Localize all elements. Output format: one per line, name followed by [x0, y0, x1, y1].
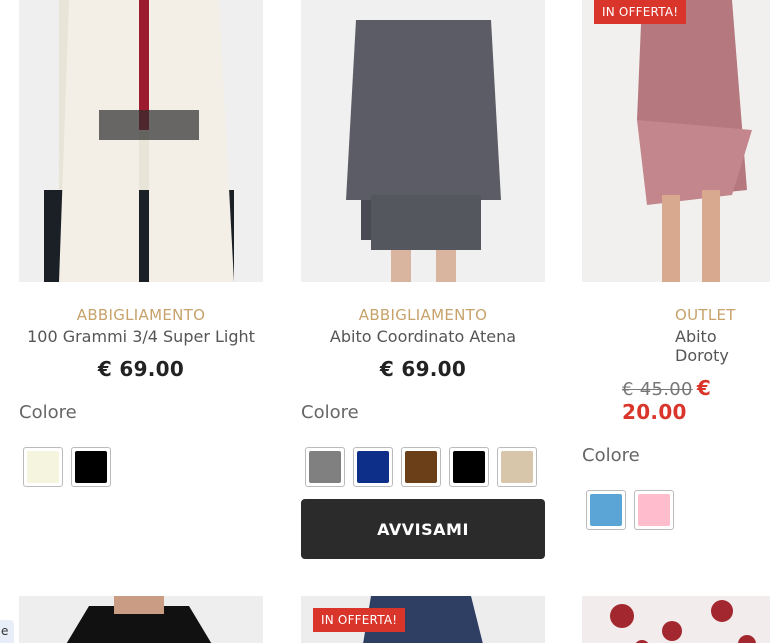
product-category[interactable]: OUTLET [582, 306, 770, 324]
color-swatch[interactable] [634, 490, 674, 530]
product-grid: ABBIGLIAMENTO 100 Grammi 3/4 Super Light… [0, 0, 770, 643]
product-card: IN OFFERTA! OUTLET Abito Doroty € 45.00 €… [582, 0, 770, 530]
color-swatches [19, 447, 263, 487]
product-card: ABBIGLIAMENTO 100 Grammi 3/4 Super Light… [19, 0, 263, 487]
product-price: € 69.00 [97, 357, 185, 381]
product-image[interactable] [301, 0, 545, 282]
product-image[interactable] [582, 596, 770, 643]
sale-badge: IN OFFERTA! [594, 0, 687, 24]
product-title[interactable]: Abito Coordinato Atena [301, 327, 545, 346]
product-card: ABBIGLIAMENTO Abito Coordinato Atena € 6… [301, 0, 545, 559]
color-swatch[interactable] [401, 447, 441, 487]
color-label: Colore [582, 445, 640, 466]
color-swatch[interactable] [497, 447, 537, 487]
color-label: Colore [301, 402, 359, 423]
old-price: € 45.00 [622, 379, 693, 400]
color-swatch[interactable] [305, 447, 345, 487]
product-image[interactable]: IN OFFERTA! [301, 596, 545, 643]
product-price: € 69.00 [379, 357, 467, 381]
color-swatch[interactable] [449, 447, 489, 487]
color-swatch[interactable] [353, 447, 393, 487]
product-category[interactable]: ABBIGLIAMENTO [301, 306, 545, 324]
color-swatch[interactable] [586, 490, 626, 530]
side-tab[interactable]: e [0, 620, 14, 643]
color-swatches [301, 447, 545, 487]
color-swatches [582, 490, 770, 530]
product-category[interactable]: ABBIGLIAMENTO [19, 306, 263, 324]
sale-badge: IN OFFERTA! [313, 608, 406, 632]
notify-me-button[interactable]: AVVISAMI [301, 499, 545, 559]
product-title[interactable]: 100 Grammi 3/4 Super Light [19, 327, 263, 346]
color-swatch[interactable] [23, 447, 63, 487]
product-image[interactable] [19, 0, 263, 282]
product-image[interactable] [19, 596, 263, 643]
product-image[interactable]: IN OFFERTA! [582, 0, 770, 282]
product-title[interactable]: Abito Doroty [582, 327, 770, 365]
color-label: Colore [19, 402, 77, 423]
product-price: € 45.00 € 20.00 [582, 376, 770, 424]
color-swatch[interactable] [71, 447, 111, 487]
